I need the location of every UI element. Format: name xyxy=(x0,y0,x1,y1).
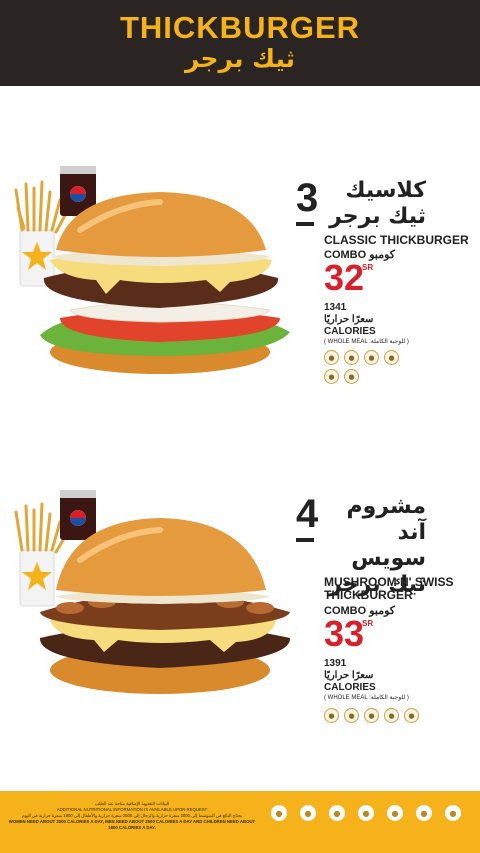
soy-icon: ● xyxy=(416,805,432,821)
sesame-icon: ● xyxy=(271,805,287,821)
combo-ar: كومبو xyxy=(369,249,396,261)
wheat-icon: ● xyxy=(384,708,399,723)
allergen-list: ● ● ● ● ● xyxy=(324,708,419,723)
calories-value: 1341 xyxy=(324,302,347,313)
header-bar: THICKBURGER ثيك برجر xyxy=(0,0,480,86)
wheat-icon: ● xyxy=(324,350,339,365)
allergen-legend: ● ● ● ● ● ● ● xyxy=(268,805,464,821)
mustard-icon: ● xyxy=(329,805,345,821)
burger-icon xyxy=(40,192,290,374)
legend-mustard: ● xyxy=(326,805,348,821)
item-name-ar-line-1: مشروم آند xyxy=(346,494,427,545)
nutrition-footer: البيانات التغذوية الإضافية متاحة عند الط… xyxy=(0,791,480,853)
milk-icon: ● xyxy=(300,805,316,821)
item-name-ar: كلاسيك ثيك برجر xyxy=(320,178,426,230)
menu-item-mushroom-swiss-thickburger[interactable]: 4 مشروم آند سويس ثيك برجر MUSHROOM N' SW… xyxy=(0,480,480,730)
egg-icon: ● xyxy=(384,350,399,365)
classic-combo-image xyxy=(14,166,290,374)
item-name-ar-line-2: سويس xyxy=(351,546,426,571)
wheat-icon: ● xyxy=(445,805,461,821)
disclaimer-en-2: WOMEN NEED ABOUT 2000 CALORIES A DAY, ME… xyxy=(8,819,256,830)
currency-label: SR xyxy=(362,619,374,628)
legend-wheat: ● xyxy=(442,805,464,821)
legend-soy: ● xyxy=(413,805,435,821)
allergen-list: ● ● ● ● ● ● xyxy=(324,350,404,384)
menu-item-classic-thickburger[interactable]: 3 كلاسيك ثيك برجر CLASSIC THICKBURGER CO… xyxy=(0,150,480,410)
egg-icon: ● xyxy=(387,805,403,821)
item-price: 33 xyxy=(324,613,365,654)
sesame-icon: ● xyxy=(324,708,339,723)
item-name-en: MUSHROOM N' SWISS THICKBURGER xyxy=(324,576,474,602)
brand-title-en: THICKBURGER xyxy=(119,10,361,45)
legend-sesame: ● xyxy=(268,805,290,821)
legend-milk: ● xyxy=(297,805,319,821)
currency-label: SR xyxy=(362,263,374,272)
celery-icon: ● xyxy=(358,805,374,821)
item-name-ar-line-2: ثيك برجر xyxy=(329,204,426,229)
nutrition-disclaimer: البيانات التغذوية الإضافية متاحة عند الط… xyxy=(8,801,256,831)
calories-ar: سعرًا حراريًا xyxy=(324,314,374,325)
legend-celery: ● xyxy=(355,805,377,821)
mushroom-combo-image xyxy=(14,490,291,694)
celery-icon: ● xyxy=(404,708,419,723)
sesame-icon: ● xyxy=(324,369,339,384)
item-name-en-line-2: THICKBURGER xyxy=(324,588,413,602)
egg-icon: ● xyxy=(364,708,379,723)
item-number: 4 xyxy=(296,492,319,536)
item-name-en: CLASSIC THICKBURGER xyxy=(324,233,469,247)
item-price: 32 xyxy=(324,257,365,298)
number-underline xyxy=(296,538,314,542)
celery-icon: ● xyxy=(364,350,379,365)
number-underline xyxy=(296,222,314,226)
brand-title-ar: ثيك برجر xyxy=(184,44,296,73)
meal-note: ( WHOLE MEAL :للوجبة الكاملة ) xyxy=(324,339,409,345)
calories-en: CALORIES xyxy=(324,326,376,337)
drink-cup-icon xyxy=(60,490,96,540)
calories-value: 1391 xyxy=(324,658,347,669)
calories-ar: سعرًا حراريًا xyxy=(324,670,374,681)
meal-note: ( WHOLE MEAL :للوجبة الكاملة ) xyxy=(324,695,409,701)
milk-icon: ● xyxy=(344,708,359,723)
combo-ar: كومبو xyxy=(369,605,396,617)
soy-icon: ● xyxy=(344,350,359,365)
item-number: 3 xyxy=(296,176,319,220)
item-name-ar-line-1: كلاسيك xyxy=(345,178,426,203)
calories-block: 1391 سعرًا حراريًا CALORIES xyxy=(324,658,376,694)
legend-egg: ● xyxy=(384,805,406,821)
burger-icon xyxy=(39,518,291,694)
calories-block: 1341 سعرًا حراريًا CALORIES xyxy=(324,302,376,338)
milk-icon: ● xyxy=(344,369,359,384)
calories-en: CALORIES xyxy=(324,682,376,693)
